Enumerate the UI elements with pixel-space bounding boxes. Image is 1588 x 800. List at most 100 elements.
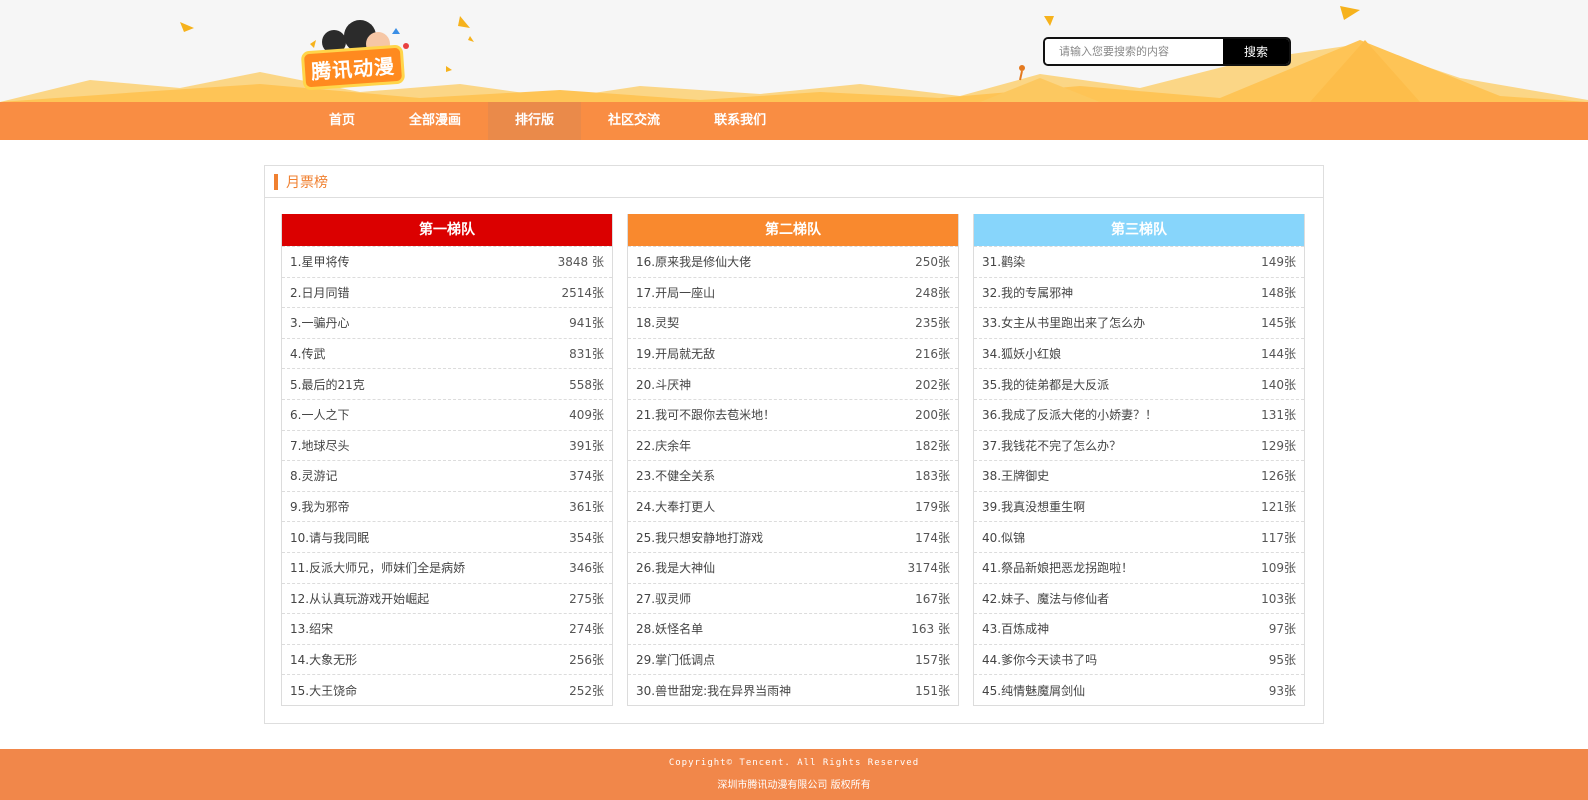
comic-title-link[interactable]: 3.一骗丹心 [290,314,349,331]
ranking-row[interactable]: 28.妖怪名单 163 张 [628,613,958,644]
nav-item-1[interactable]: 全部漫画 [382,102,488,140]
ranking-row[interactable]: 40.似锦 117张 [974,521,1304,552]
comic-title-link[interactable]: 6.一人之下 [290,406,349,423]
nav-item-2[interactable]: 排行版 [488,102,582,140]
ranking-row[interactable]: 45.纯情魅魔屑剑仙 93张 [974,674,1304,705]
ranking-row[interactable]: 11.反派大师兄，师妹们全是病娇 346张 [282,551,612,583]
ranking-row[interactable]: 8.灵游记 374张 [282,460,612,491]
ranking-row[interactable]: 25.我只想安静地打游戏 174张 [628,521,958,552]
ranking-row[interactable]: 43.百炼成神 97张 [974,613,1304,644]
ranking-row[interactable]: 37.我钱花不完了怎么办？ 129张 [974,429,1304,461]
comic-title-link[interactable]: 19.开局就无敌 [636,345,715,362]
comic-title-link[interactable]: 11.反派大师兄，师妹们全是病娇 [290,559,465,576]
ranking-row[interactable]: 19.开局就无敌 216张 [628,337,958,369]
nav-item-4[interactable]: 联系我们 [687,102,793,140]
ranking-row[interactable]: 32.我的专属邪神 148张 [974,276,1304,308]
ranking-row[interactable]: 30.兽世甜宠:我在异界当雨神 151张 [628,674,958,705]
comic-title-link[interactable]: 36.我成了反派大佬的小娇妻？！ [982,406,1157,423]
comic-title-link[interactable]: 26.我是大神仙 [636,559,715,576]
ranking-row[interactable]: 27.驭灵师 167张 [628,582,958,614]
ranking-row[interactable]: 36.我成了反派大佬的小娇妻？！ 131张 [974,398,1304,430]
comic-title-link[interactable]: 4.传武 [290,345,325,362]
ranking-row[interactable]: 12.从认真玩游戏开始崛起 275张 [282,582,612,614]
comic-title-link[interactable]: 20.斗厌神 [636,376,691,393]
comic-title-link[interactable]: 13.绍宋 [290,620,333,637]
ranking-row[interactable]: 33.女主从书里跑出来了怎么办 145张 [974,307,1304,338]
ranking-row[interactable]: 38.王牌御史 126张 [974,460,1304,491]
comic-title-link[interactable]: 18.灵契 [636,314,679,331]
comic-title-link[interactable]: 27.驭灵师 [636,590,691,607]
logo[interactable]: 腾讯动漫 [296,14,418,91]
ranking-row[interactable]: 6.一人之下 409张 [282,398,612,430]
ranking-row[interactable]: 31.鹳染 149张 [974,246,1304,277]
comic-title-link[interactable]: 29.掌门低调点 [636,651,715,668]
ranking-row[interactable]: 24.大奉打更人 179张 [628,490,958,522]
ranking-row[interactable]: 4.传武 831张 [282,337,612,369]
comic-title-link[interactable]: 23.不健全关系 [636,467,715,484]
comic-title-link[interactable]: 31.鹳染 [982,253,1025,270]
ticket-count: 391张 [569,438,604,453]
comic-title-link[interactable]: 28.妖怪名单 [636,620,703,637]
comic-title-link[interactable]: 9.我为邪帝 [290,498,349,515]
comic-title-link[interactable]: 10.请与我同眠 [290,529,369,546]
comic-title-link[interactable]: 40.似锦 [982,529,1025,546]
comic-title-link[interactable]: 1.星甲将传 [290,253,349,270]
comic-title-link[interactable]: 7.地球尽头 [290,437,349,454]
ranking-row[interactable]: 29.掌门低调点 157张 [628,643,958,675]
nav-item-3[interactable]: 社区交流 [581,102,687,140]
comic-title-link[interactable]: 42.妹子、魔法与修仙者 [982,590,1109,607]
comic-title-link[interactable]: 34.狐妖小红娘 [982,345,1061,362]
comic-title-link[interactable]: 37.我钱花不完了怎么办？ [982,437,1121,454]
comic-title-link[interactable]: 15.大王饶命 [290,682,357,699]
ranking-row[interactable]: 22.庆余年 182张 [628,429,958,461]
comic-title-link[interactable]: 25.我只想安静地打游戏 [636,529,763,546]
comic-title-link[interactable]: 32.我的专属邪神 [982,284,1073,301]
ranking-row[interactable]: 16.原来我是修仙大佬 250张 [628,246,958,277]
comic-title-link[interactable]: 5.最后的21克 [290,376,365,393]
comic-title-link[interactable]: 33.女主从书里跑出来了怎么办 [982,314,1145,331]
ranking-row[interactable]: 35.我的徒弟都是大反派 140张 [974,368,1304,399]
ranking-row[interactable]: 18.灵契 235张 [628,307,958,338]
comic-title-link[interactable]: 24.大奉打更人 [636,498,715,515]
ranking-row[interactable]: 21.我可不跟你去苞米地！ 200张 [628,398,958,430]
ranking-row[interactable]: 39.我真没想重生啊 121张 [974,490,1304,522]
ranking-row[interactable]: 20.斗厌神 202张 [628,368,958,399]
search-button[interactable]: 搜索 [1223,39,1289,64]
ranking-row[interactable]: 42.妹子、魔法与修仙者 103张 [974,582,1304,614]
ranking-row[interactable]: 15.大王饶命 252张 [282,674,612,705]
comic-title-link[interactable]: 22.庆余年 [636,437,691,454]
ranking-row[interactable]: 44.爹你今天读书了吗 95张 [974,643,1304,675]
ticket-count: 174张 [915,530,950,545]
comic-title-link[interactable]: 14.大象无形 [290,651,357,668]
ranking-row[interactable]: 14.大象无形 256张 [282,643,612,675]
comic-title-link[interactable]: 35.我的徒弟都是大反派 [982,376,1109,393]
comic-title-link[interactable]: 2.日月同错 [290,284,349,301]
nav-item-0[interactable]: 首页 [302,102,382,140]
comic-title-link[interactable]: 30.兽世甜宠:我在异界当雨神 [636,682,791,699]
ranking-row[interactable]: 41.祭品新娘把恶龙拐跑啦！ 109张 [974,551,1304,583]
comic-title-link[interactable]: 21.我可不跟你去苞米地！ [636,406,775,423]
comic-title-link[interactable]: 17.开局一座山 [636,284,715,301]
ranking-row[interactable]: 34.狐妖小红娘 144张 [974,337,1304,369]
ranking-row[interactable]: 2.日月同错 2514张 [282,276,612,308]
ranking-row[interactable]: 10.请与我同眠 354张 [282,521,612,552]
ranking-row[interactable]: 9.我为邪帝 361张 [282,490,612,522]
comic-title-link[interactable]: 38.王牌御史 [982,467,1049,484]
comic-title-link[interactable]: 44.爹你今天读书了吗 [982,651,1097,668]
ranking-row[interactable]: 1.星甲将传 3848 张 [282,246,612,277]
search-input[interactable] [1045,39,1223,64]
ranking-row[interactable]: 17.开局一座山 248张 [628,276,958,308]
comic-title-link[interactable]: 39.我真没想重生啊 [982,498,1085,515]
ranking-row[interactable]: 23.不健全关系 183张 [628,460,958,491]
ranking-row[interactable]: 26.我是大神仙 3174张 [628,551,958,583]
comic-title-link[interactable]: 16.原来我是修仙大佬 [636,253,751,270]
comic-title-link[interactable]: 12.从认真玩游戏开始崛起 [290,590,429,607]
ranking-row[interactable]: 13.绍宋 274张 [282,613,612,644]
ranking-row[interactable]: 7.地球尽头 391张 [282,429,612,461]
comic-title-link[interactable]: 41.祭品新娘把恶龙拐跑啦！ [982,559,1133,576]
comic-title-link[interactable]: 43.百炼成神 [982,620,1049,637]
ranking-row[interactable]: 3.一骗丹心 941张 [282,307,612,338]
comic-title-link[interactable]: 8.灵游记 [290,467,337,484]
comic-title-link[interactable]: 45.纯情魅魔屑剑仙 [982,682,1085,699]
ranking-row[interactable]: 5.最后的21克 558张 [282,368,612,399]
